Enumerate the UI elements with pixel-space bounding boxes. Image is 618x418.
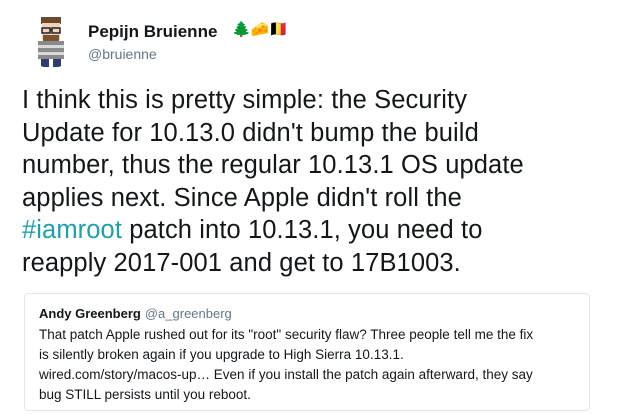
display-name[interactable]: Pepijn Bruienne [88,22,217,42]
tweet-text-segment: patch into 10.13.1, you need to [129,216,483,244]
belgium-flag-emoji-icon: 🇧🇪 [269,21,289,38]
tweet-text-line: Update for 10.13.0 didn't bump the build [22,118,479,147]
quoted-tweet[interactable]: Andy Greenberg @a_greenberg That patch Ap… [24,293,590,411]
tweet-text-line: reapply 2017-001 and get to 17B1003. [22,248,461,277]
tree-emoji-icon: 🌲 [232,21,251,38]
avatar[interactable] [24,14,78,68]
tweet-text-line: applies next. Since Apple didn't roll th… [22,183,462,212]
tweet-text-line-with-hashtag: #iamroot patch into 10.13.1, you need to [22,214,602,247]
quoted-text-line: bug STILL persists until you reboot. [39,387,251,402]
quoted-tweet-text: That patch Apple rushed out for its "roo… [39,325,575,405]
quoted-text-line: That patch Apple rushed out for its "roo… [39,327,534,342]
tweet-text-line: number, thus the regular 10.13.1 OS upda… [22,151,524,179]
quoted-text-line: is silently broken again if you upgrade … [39,347,404,362]
quoted-text-line: wired.com/story/macos-up… Even if you in… [39,367,533,382]
quoted-user-handle: @a_greenberg [144,306,232,321]
avatar-illustration-icon [24,14,78,68]
hashtag-link[interactable]: #iamroot [22,216,122,244]
quoted-display-name: Andy Greenberg [39,306,141,321]
tweet-text-line: I think this is pretty simple: the Secur… [22,86,468,114]
name-emoji-group: 🌲 🧀 🇧🇪 [232,20,288,40]
cheese-emoji-icon: 🧀 [250,21,270,38]
user-handle[interactable]: @bruienne [88,46,157,62]
tweet-card: Pepijn Bruienne 🌲 🧀 🇧🇪 @bruienne I think… [0,0,618,418]
quoted-tweet-header: Andy Greenberg @a_greenberg [39,306,575,321]
tweet-text: I think this is pretty simple: the Secur… [22,84,602,279]
